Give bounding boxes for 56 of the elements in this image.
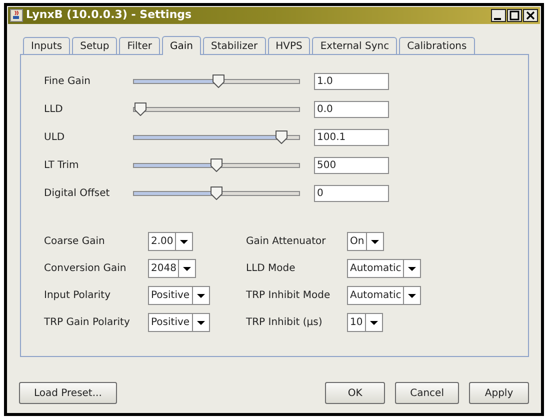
window-title: LynxB (10.0.0.3) - Settings xyxy=(26,7,193,24)
minimize-button[interactable] xyxy=(491,9,506,22)
field-label: Input Polarity xyxy=(44,289,112,303)
dropdown[interactable]: Positive xyxy=(148,286,210,305)
dialog-button[interactable]: Apply xyxy=(469,382,529,404)
text-field[interactable]: 0 xyxy=(314,184,389,202)
tab[interactable]: Inputs xyxy=(23,37,70,54)
slider-label: Fine Gain xyxy=(44,74,92,88)
slider-thumb[interactable] xyxy=(275,130,288,144)
field-label: Conversion Gain xyxy=(44,262,128,276)
dialog-button[interactable]: Load Preset... xyxy=(19,382,117,404)
dialog-button[interactable]: Cancel xyxy=(395,382,459,404)
caret-icon xyxy=(370,320,378,324)
tab[interactable]: Stabilizer xyxy=(202,37,266,54)
caret-icon xyxy=(180,240,188,244)
dropdown[interactable]: Positive xyxy=(148,313,210,332)
dialog-button[interactable]: OK xyxy=(325,382,386,404)
slider-thumb[interactable] xyxy=(212,74,225,88)
caret-icon xyxy=(408,266,416,270)
dropdown[interactable]: Automatic xyxy=(347,286,422,305)
dropdown[interactable]: On xyxy=(347,232,384,251)
tab[interactable]: External Sync xyxy=(312,37,398,54)
slider-thumb[interactable] xyxy=(210,186,223,200)
caret-icon xyxy=(196,294,205,298)
dropdown[interactable]: 10 xyxy=(347,313,383,332)
caret-icon xyxy=(408,294,416,298)
tab[interactable]: HVPS xyxy=(268,37,310,54)
slider-label: ULD xyxy=(44,130,66,144)
field-label: TRP Gain Polarity xyxy=(44,316,131,330)
dropdown[interactable]: 2.00 xyxy=(148,232,194,251)
slider-label: LT Trim xyxy=(44,158,80,172)
field-label: TRP Inhibit (µs) xyxy=(246,316,324,330)
dropdown[interactable]: Automatic xyxy=(347,259,422,278)
tab[interactable]: Calibrations xyxy=(399,37,475,54)
text-field[interactable]: 100.1 xyxy=(314,128,389,146)
slider-thumb[interactable] xyxy=(134,102,147,116)
slider-label: Digital Offset xyxy=(44,186,111,200)
tab[interactable]: Setup xyxy=(72,37,118,54)
close-button[interactable] xyxy=(523,9,538,22)
slider-label: LLD xyxy=(44,102,64,116)
tab[interactable]: Filter xyxy=(119,37,160,54)
coffee-cup-icon xyxy=(10,9,23,22)
text-field[interactable]: 500 xyxy=(314,156,389,174)
text-field[interactable]: 0.0 xyxy=(314,100,389,118)
caret-icon xyxy=(196,320,205,324)
field-label: Coarse Gain xyxy=(44,235,106,249)
maximize-button[interactable] xyxy=(507,9,522,22)
text-field[interactable]: 1.0 xyxy=(314,72,389,90)
field-label: Gain Attenuator xyxy=(246,235,327,249)
caret-icon xyxy=(183,266,192,270)
dropdown[interactable]: 2048 xyxy=(148,259,196,278)
tab[interactable]: Gain xyxy=(162,36,201,55)
caret-icon xyxy=(371,240,380,244)
slider-thumb[interactable] xyxy=(210,158,223,172)
field-label: TRP Inhibit Mode xyxy=(246,289,332,303)
field-label: LLD Mode xyxy=(246,262,296,276)
